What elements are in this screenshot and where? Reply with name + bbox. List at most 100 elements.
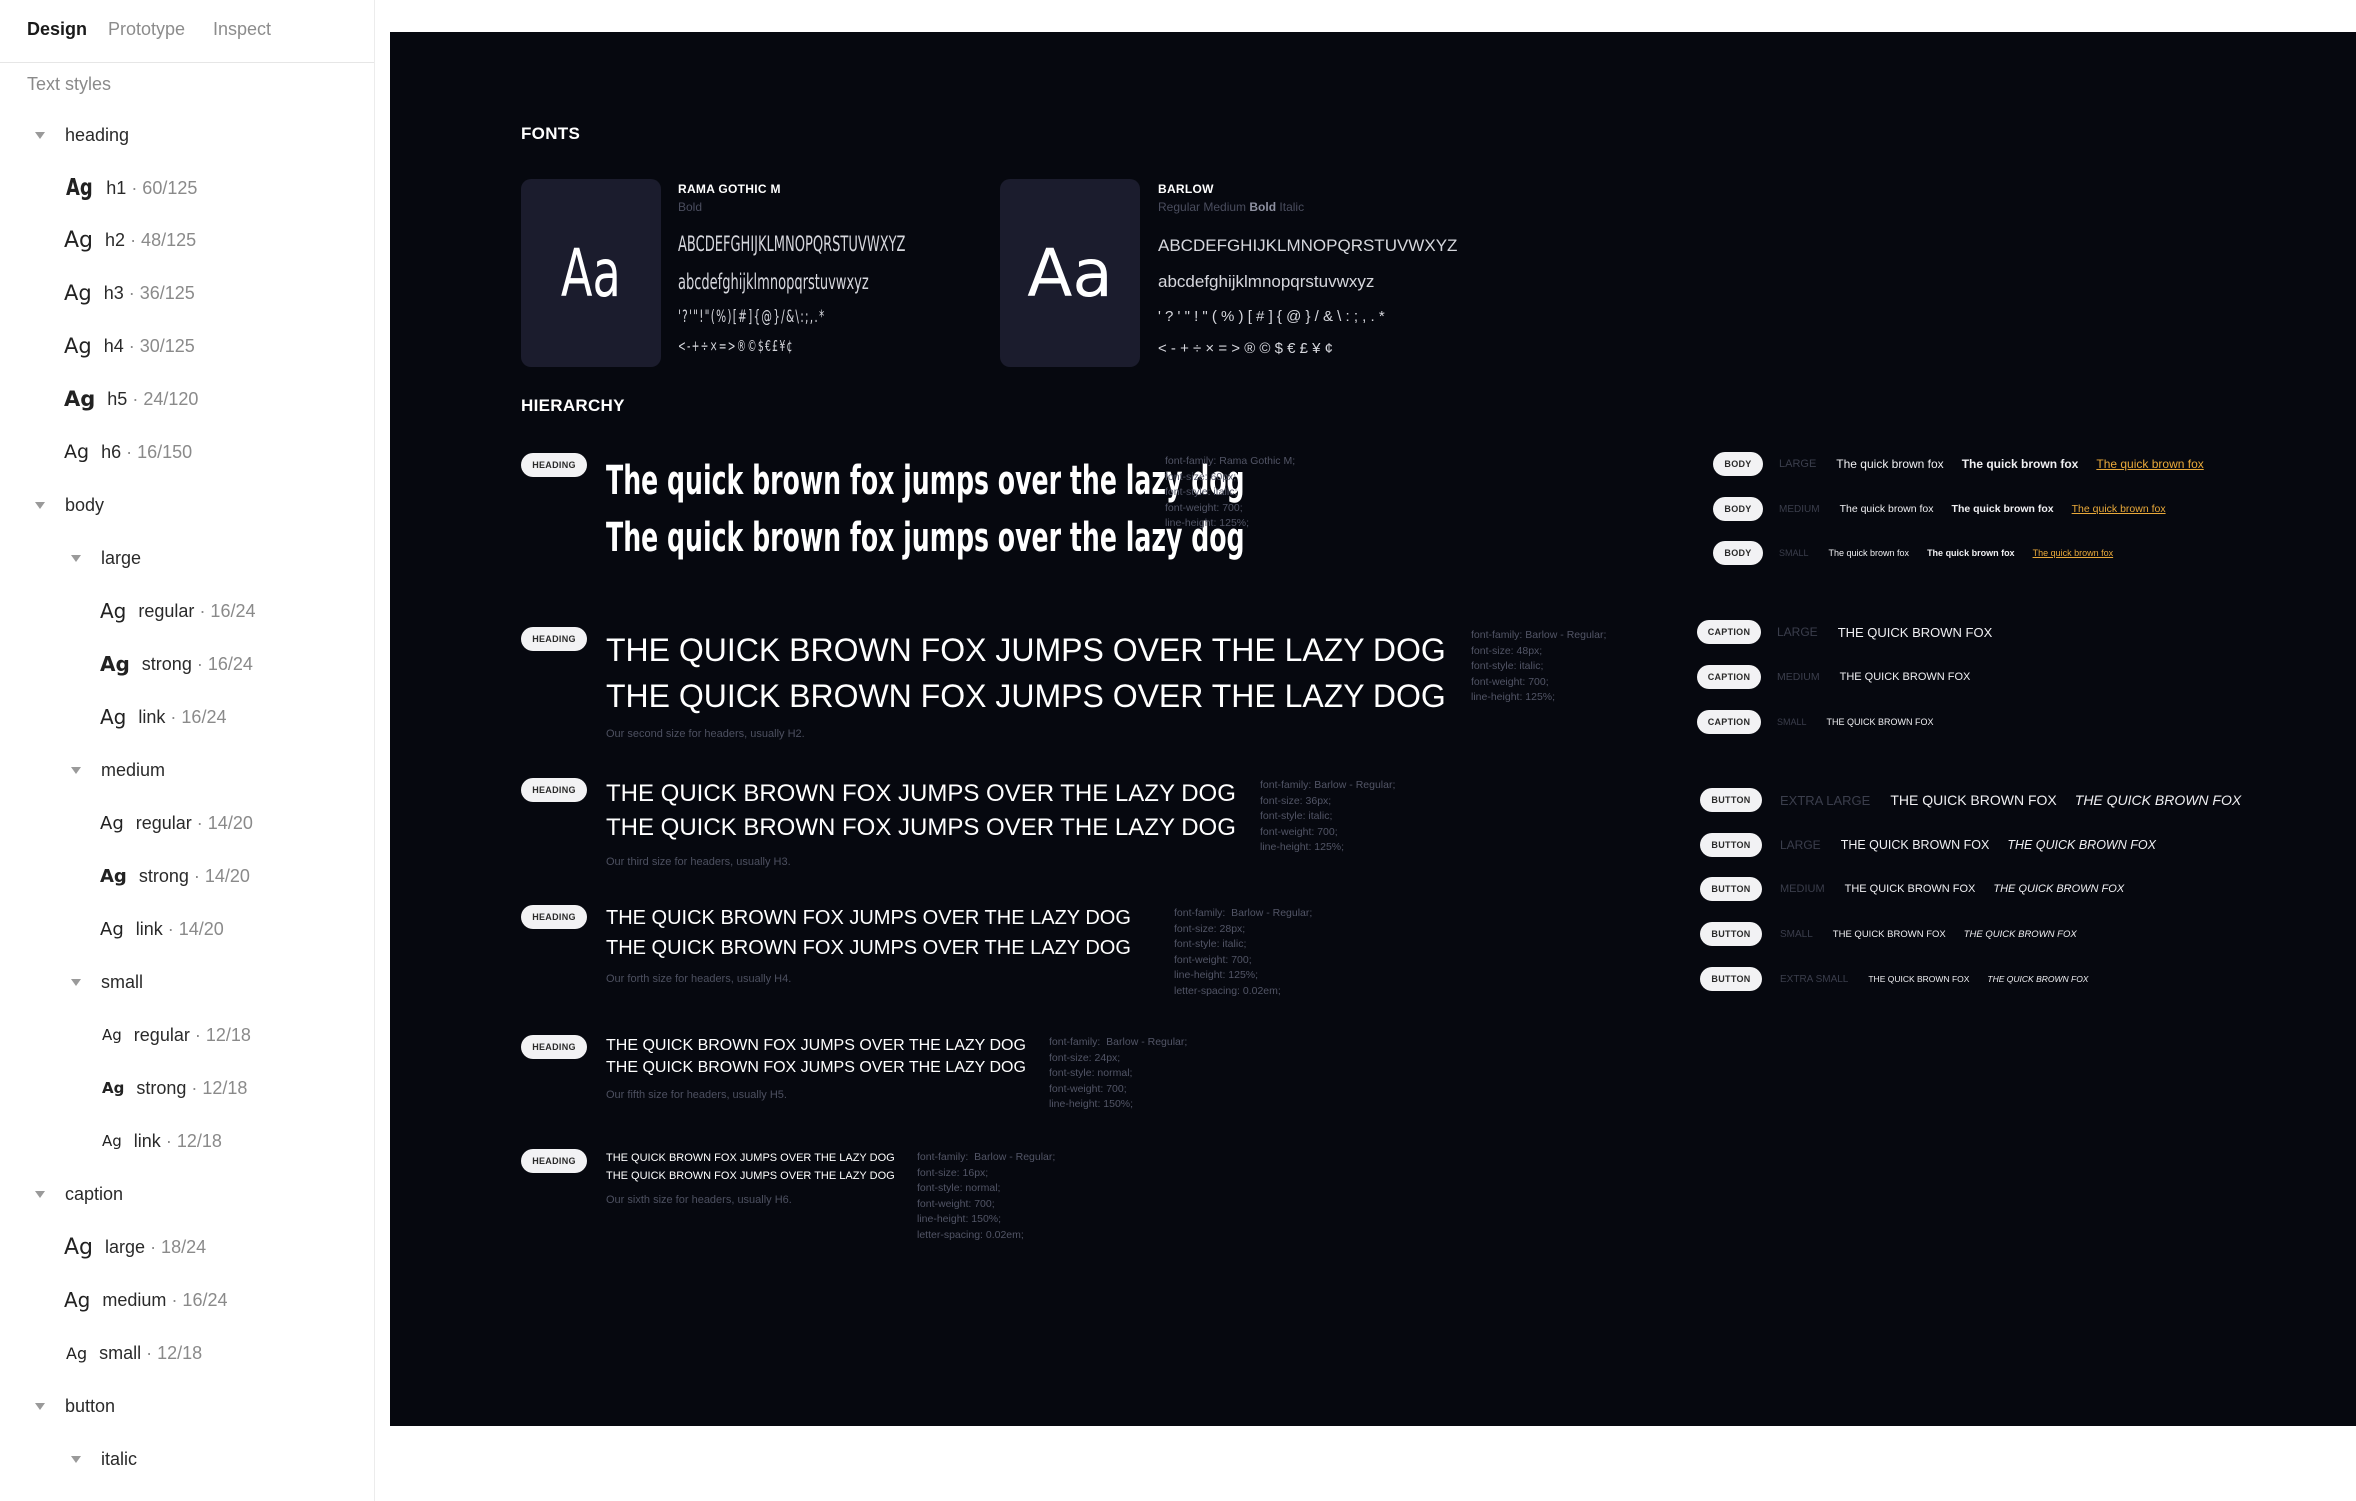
style-item-h2[interactable]: Ag h2 · 48/125 xyxy=(64,220,196,260)
button-pill: BUTTON xyxy=(1700,833,1762,857)
style-item-body-large-strong[interactable]: Ag strong · 16/24 xyxy=(100,644,253,684)
body-row-medium: BODY MEDIUM The quick brown fox The quic… xyxy=(1713,497,2184,521)
style-item-body-large-regular[interactable]: Ag regular · 16/24 xyxy=(100,591,255,631)
heading-pill: HEADING xyxy=(521,905,587,929)
body-link-sample[interactable]: The quick brown fox xyxy=(2096,457,2203,471)
button-pill: BUTTON xyxy=(1700,967,1762,991)
style-item-body-medium-link[interactable]: Ag link · 14/20 xyxy=(100,909,224,949)
style-item-h5[interactable]: Ag h5 · 24/120 xyxy=(64,379,198,419)
body-regular-sample: The quick brown fox xyxy=(1828,548,1910,558)
h2-description: Our second size for headers, usually H2. xyxy=(606,728,805,740)
tree-label: small xyxy=(101,971,144,992)
size-label: MEDIUM xyxy=(1779,503,1820,515)
glyphs-lower: abcdefghijklmnopqrstuvwxyz xyxy=(678,270,869,294)
font-preview-card-barlow[interactable]: Aa xyxy=(1000,179,1140,367)
style-item-h4[interactable]: Ag h4 · 30/125 xyxy=(64,326,195,366)
style-meta: · 24/120 xyxy=(132,388,199,409)
style-item-h1[interactable]: Ag h1 · 60/125 xyxy=(66,168,197,208)
button-row-small: BUTTON SMALL THE QUICK BROWN FOX THE QUI… xyxy=(1700,922,2095,946)
text-style-icon: Ag xyxy=(64,387,96,411)
tree-group-button[interactable]: button xyxy=(35,1386,115,1426)
caption-row-medium: CAPTION MEDIUM THE QUICK BROWN FOX xyxy=(1697,665,1988,689)
tab-inspect[interactable]: Inspect xyxy=(213,19,271,40)
section-title: Text styles xyxy=(27,74,112,94)
heading-pill: HEADING xyxy=(521,453,587,477)
button-pill: BUTTON xyxy=(1700,788,1762,812)
style-item-h3[interactable]: Ag h3 · 36/125 xyxy=(64,273,195,313)
glyphs-punct: ' ? ' " ! " ( % ) [ # ] { @ } / & \ : ; … xyxy=(1158,308,1385,325)
size-label: MEDIUM xyxy=(1780,883,1825,895)
tree-group-caption[interactable]: caption xyxy=(35,1174,123,1214)
button-row-extra-large: BUTTON EXTRA LARGE THE QUICK BROWN FOX T… xyxy=(1700,788,2259,812)
body-link-sample[interactable]: The quick brown fox xyxy=(2033,548,2114,558)
sidebar: Design Prototype Inspect Text styles hea… xyxy=(0,0,375,1501)
glyphs-upper: ABCDEFGHIJKLMNOPQRSTUVWXYZ xyxy=(678,232,906,256)
style-name: strong xyxy=(138,865,189,886)
style-item-body-small-link[interactable]: Ag link · 12/18 xyxy=(102,1121,222,1161)
font-preview-card-rama[interactable]: Aa xyxy=(521,179,661,367)
tree-group-medium[interactable]: medium xyxy=(71,750,165,790)
h1-sample-line: The quick brown fox jumps over the lazy … xyxy=(606,515,1245,561)
h4-description: Our forth size for headers, usually H4. xyxy=(606,973,792,985)
button-row-extra-small: BUTTON EXTRA SMALL THE QUICK BROWN FOX T… xyxy=(1700,967,2106,991)
style-item-body-medium-strong[interactable]: Ag strong · 14/20 xyxy=(100,856,250,896)
button-sample: THE QUICK BROWN FOX xyxy=(1868,974,1970,984)
style-meta: · 16/24 xyxy=(170,706,227,727)
size-label: EXTRA SMALL xyxy=(1780,973,1849,985)
style-item-body-medium-regular[interactable]: Ag regular · 14/20 xyxy=(100,803,253,843)
chevron-down-icon[interactable] xyxy=(71,766,81,774)
tree-label: body xyxy=(65,494,105,515)
style-name: link xyxy=(133,1130,161,1151)
h4-sample-line: THE QUICK BROWN FOX JUMPS OVER THE LAZY … xyxy=(606,937,1131,959)
style-item-h6[interactable]: Ag h6 · 16/150 xyxy=(64,432,192,472)
h6-sample-line: THE QUICK BROWN FOX JUMPS OVER THE LAZY … xyxy=(606,1152,895,1164)
body-row-small: BODY SMALL The quick brown fox The quick… xyxy=(1713,541,2131,565)
chevron-down-icon[interactable] xyxy=(71,1455,81,1463)
style-item-body-large-link[interactable]: Ag link · 16/24 xyxy=(100,697,226,737)
style-item-caption-medium[interactable]: Ag medium · 16/24 xyxy=(64,1280,227,1320)
button-italic-sample: THE QUICK BROWN FOX xyxy=(1993,883,2125,895)
heading-pill: HEADING xyxy=(521,778,587,802)
panel-tabs: Design Prototype Inspect xyxy=(0,0,374,63)
style-item-body-small-regular[interactable]: Ag regular · 12/18 xyxy=(102,1015,251,1055)
style-item-body-small-strong[interactable]: Ag strong · 12/18 xyxy=(102,1068,247,1108)
chevron-down-icon[interactable] xyxy=(71,554,81,562)
tab-design[interactable]: Design xyxy=(27,19,87,40)
style-name: large xyxy=(105,1236,146,1257)
size-label: MEDIUM xyxy=(1777,671,1820,683)
tree-group-body[interactable]: body xyxy=(35,485,104,525)
style-meta: · 14/20 xyxy=(196,812,253,833)
chevron-down-icon[interactable] xyxy=(35,1402,45,1410)
caption-pill: CAPTION xyxy=(1697,665,1761,689)
style-item-caption-large[interactable]: Ag large · 18/24 xyxy=(64,1227,206,1267)
tree-group-large[interactable]: large xyxy=(71,538,141,578)
tab-prototype[interactable]: Prototype xyxy=(108,19,185,40)
caption-sample: THE QUICK BROWN FOX xyxy=(1837,624,1993,640)
style-name: regular xyxy=(138,600,195,621)
chevron-down-icon[interactable] xyxy=(71,978,81,986)
design-canvas[interactable]: FONTS Aa RAMA GOTHIC M Bold ABCDEFGHIJKL… xyxy=(390,32,2356,1426)
button-row-medium: BUTTON MEDIUM THE QUICK BROWN FOX THE QU… xyxy=(1700,877,2142,901)
glyphs-upper: ABCDEFGHIJKLMNOPQRSTUVWXYZ xyxy=(1158,236,1458,255)
style-meta: · 30/125 xyxy=(128,335,195,356)
h3-sample-line: THE QUICK BROWN FOX JUMPS OVER THE LAZY … xyxy=(606,780,1236,807)
h5-sample-line: THE QUICK BROWN FOX JUMPS OVER THE LAZY … xyxy=(606,1059,1026,1076)
style-name: h3 xyxy=(103,282,124,303)
style-item-caption-small[interactable]: Ag small · 12/18 xyxy=(66,1333,202,1373)
size-label: SMALL xyxy=(1780,928,1813,940)
size-label: LARGE xyxy=(1779,458,1817,470)
tree-group-heading[interactable]: heading xyxy=(35,115,129,155)
button-sample: THE QUICK BROWN FOX xyxy=(1832,928,1946,940)
body-link-sample[interactable]: The quick brown fox xyxy=(2072,503,2166,515)
button-sample: THE QUICK BROWN FOX xyxy=(1844,883,1976,895)
chevron-down-icon[interactable] xyxy=(35,131,45,139)
chevron-down-icon[interactable] xyxy=(35,501,45,509)
tree-group-italic[interactable]: italic xyxy=(71,1439,137,1479)
glyphs-lower: abcdefghijklmnopqrstuvwxyz xyxy=(1158,272,1375,291)
chevron-down-icon[interactable] xyxy=(35,1190,45,1198)
style-name: medium xyxy=(102,1289,167,1310)
tree-group-small[interactable]: small xyxy=(71,962,143,1002)
style-name: h2 xyxy=(105,229,126,250)
text-style-icon: Ag xyxy=(100,918,124,940)
style-name: regular xyxy=(133,1024,190,1045)
